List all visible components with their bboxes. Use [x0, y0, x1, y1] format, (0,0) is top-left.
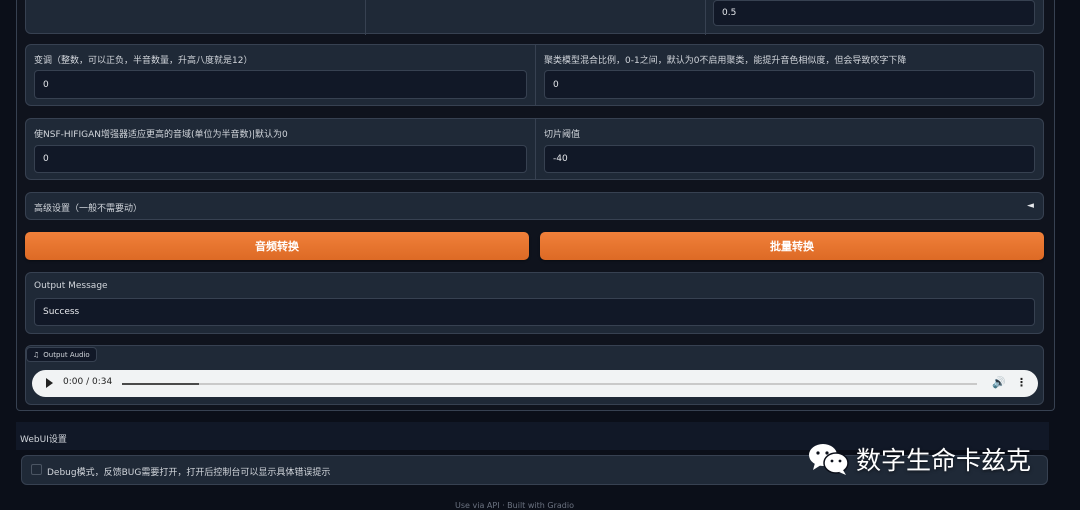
music-note-icon: ♫	[33, 350, 40, 359]
advanced-settings-accordion[interactable]: 高级设置（一般不需要动） ◄	[25, 192, 1044, 220]
output-audio-tag: ♫ Output Audio	[26, 347, 97, 362]
convert-audio-button[interactable]: 音频转换	[25, 232, 529, 260]
collapse-arrow-icon: ◄	[1027, 201, 1034, 211]
transpose-label: 变调（整数，可以正负，半音数量，升高八度就是12）	[34, 56, 253, 66]
play-icon[interactable]	[46, 378, 53, 388]
audio-time: 0:00 / 0:34	[63, 377, 113, 387]
transpose-row-block: 变调（整数，可以正负，半音数量，升高八度就是12） 0 聚类模型混合比例，0-1…	[25, 44, 1044, 106]
output-message-block: Output Message Success	[25, 272, 1044, 334]
cluster-ratio-label: 聚类模型混合比例，0-1之间，默认为0不启用聚类，能提升音色相似度，但会导致咬字…	[544, 56, 907, 66]
output-audio-label: Output Audio	[43, 350, 90, 359]
nsf-label: 使NSF-HIFIGAN增强器适应更高的音域(单位为半音数)|默认为0	[34, 130, 288, 140]
cluster-ratio-input[interactable]: 0	[544, 70, 1035, 99]
more-options-icon[interactable]: ⋮	[1016, 376, 1027, 389]
debug-mode-label: Debug模式，反馈BUG需要打开，打开后控制台可以显示具体错误提示	[47, 468, 331, 478]
output-message-textbox[interactable]: Success	[34, 298, 1035, 326]
top-row-block: 0.5	[25, 0, 1044, 35]
transpose-input[interactable]: 0	[34, 70, 527, 99]
watermark-text: 数字生命卡兹克	[856, 446, 1032, 475]
audio-progress-track[interactable]	[122, 383, 977, 385]
webui-settings-title: WebUI设置	[20, 435, 67, 445]
batch-convert-button[interactable]: 批量转换	[540, 232, 1044, 260]
audio-player[interactable]: 0:00 / 0:34 🔊 ⋮	[32, 370, 1038, 397]
slice-threshold-label: 切片阈值	[544, 130, 581, 140]
slice-threshold-input[interactable]: -40	[544, 145, 1035, 173]
volume-icon[interactable]: 🔊	[992, 376, 1006, 389]
nsf-row-block: 使NSF-HIFIGAN增强器适应更高的音域(单位为半音数)|默认为0 0 切片…	[25, 118, 1044, 180]
nsf-input[interactable]: 0	[34, 145, 527, 173]
advanced-settings-label: 高级设置（一般不需要动）	[34, 204, 143, 214]
wechat-icon	[809, 444, 849, 475]
output-message-label: Output Message	[34, 281, 108, 291]
watermark: 数字生命卡兹克	[808, 441, 1031, 477]
footer-text: Use via API · Built with Gradio	[455, 501, 574, 510]
audio-progress-played	[122, 383, 199, 385]
top-field-3-input[interactable]: 0.5	[713, 0, 1035, 26]
debug-mode-checkbox[interactable]	[31, 464, 42, 475]
